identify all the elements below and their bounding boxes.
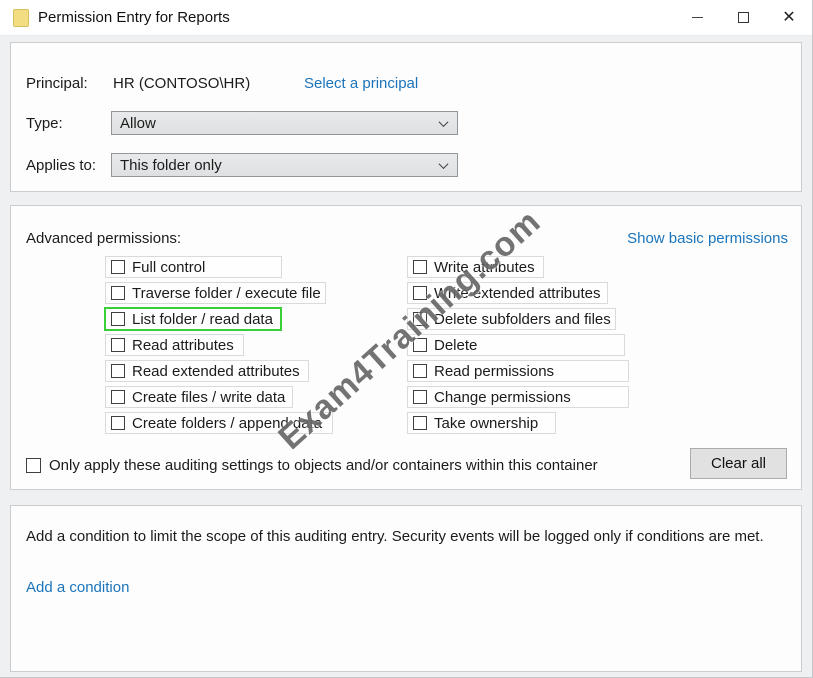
clear-all-button[interactable]: Clear all xyxy=(690,448,787,479)
window-controls: ✕ xyxy=(674,0,812,35)
checkbox-change-permissions[interactable] xyxy=(413,390,427,404)
checkbox-write-extended-attributes[interactable] xyxy=(413,286,427,300)
minimize-icon xyxy=(692,17,703,18)
minimize-button[interactable] xyxy=(674,0,720,35)
permission-item-read-attributes[interactable]: Read attributes xyxy=(105,334,244,356)
permission-label: Delete subfolders and files xyxy=(434,311,611,328)
condition-panel: Add a condition to limit the scope of th… xyxy=(10,505,802,672)
checkbox-traverse-folder[interactable] xyxy=(111,286,125,300)
permission-label: Read permissions xyxy=(434,363,554,380)
maximize-icon xyxy=(738,12,749,23)
permission-item-read-permissions[interactable]: Read permissions xyxy=(407,360,629,382)
only-apply-label: Only apply these auditing settings to ob… xyxy=(49,457,598,474)
select-principal-link[interactable]: Select a principal xyxy=(304,75,418,92)
permission-item-read-extended-attributes[interactable]: Read extended attributes xyxy=(105,360,309,382)
checkbox-list-folder[interactable] xyxy=(111,312,125,326)
permission-label: Read extended attributes xyxy=(132,363,300,380)
condition-description: Add a condition to limit the scope of th… xyxy=(26,528,781,545)
chevron-down-icon xyxy=(439,159,449,169)
permission-label: Take ownership xyxy=(434,415,538,432)
type-dropdown-value: Allow xyxy=(120,115,156,132)
advanced-permissions-panel: Advanced permissions: Show basic permiss… xyxy=(10,205,802,490)
permission-item-delete-subfolders[interactable]: Delete subfolders and files xyxy=(407,308,616,330)
permission-item-create-files[interactable]: Create files / write data xyxy=(105,386,293,408)
maximize-button[interactable] xyxy=(720,0,766,35)
title-bar: Permission Entry for Reports ✕ xyxy=(0,0,812,36)
principal-panel: Principal: HR (CONTOSO\HR) Select a prin… xyxy=(10,42,802,192)
permission-item-write-extended-attributes[interactable]: Write extended attributes xyxy=(407,282,608,304)
only-apply-checkbox-row[interactable]: Only apply these auditing settings to ob… xyxy=(26,457,598,474)
permission-item-delete[interactable]: Delete xyxy=(407,334,625,356)
permission-item-traverse-folder[interactable]: Traverse folder / execute file xyxy=(105,282,326,304)
checkbox-create-files[interactable] xyxy=(111,390,125,404)
permissions-column-left: Full control Traverse folder / execute f… xyxy=(105,256,333,438)
permission-label: Write extended attributes xyxy=(434,285,600,302)
window-title: Permission Entry for Reports xyxy=(38,9,230,26)
permission-entry-dialog: Permission Entry for Reports ✕ Principal… xyxy=(0,0,813,678)
checkbox-delete-subfolders[interactable] xyxy=(413,312,427,326)
permission-label: Traverse folder / execute file xyxy=(132,285,321,302)
principal-label: Principal: xyxy=(26,75,88,92)
permission-label: List folder / read data xyxy=(132,311,273,328)
permission-label: Full control xyxy=(132,259,205,276)
permissions-column-right: Write attributes Write extended attribut… xyxy=(407,256,629,438)
close-icon: ✕ xyxy=(782,10,795,26)
checkbox-take-ownership[interactable] xyxy=(413,416,427,430)
permission-item-list-folder-highlighted[interactable]: List folder / read data xyxy=(104,307,282,331)
checkbox-read-attributes[interactable] xyxy=(111,338,125,352)
applies-to-label: Applies to: xyxy=(26,157,96,174)
checkbox-read-extended-attributes[interactable] xyxy=(111,364,125,378)
permission-label: Create folders / append data xyxy=(132,415,322,432)
type-dropdown[interactable]: Allow xyxy=(111,111,458,135)
add-condition-link[interactable]: Add a condition xyxy=(26,579,129,596)
checkbox-only-apply[interactable] xyxy=(26,458,41,473)
checkbox-create-folders[interactable] xyxy=(111,416,125,430)
applies-to-dropdown[interactable]: This folder only xyxy=(111,153,458,177)
folder-icon xyxy=(13,9,29,27)
permission-label: Write attributes xyxy=(434,259,535,276)
permission-label: Delete xyxy=(434,337,477,354)
permission-label: Read attributes xyxy=(132,337,234,354)
permission-label: Change permissions xyxy=(434,389,571,406)
checkbox-delete[interactable] xyxy=(413,338,427,352)
show-basic-permissions-link[interactable]: Show basic permissions xyxy=(627,230,788,247)
permission-item-take-ownership[interactable]: Take ownership xyxy=(407,412,556,434)
checkbox-read-permissions[interactable] xyxy=(413,364,427,378)
applies-to-dropdown-value: This folder only xyxy=(120,157,222,174)
permission-item-create-folders[interactable]: Create folders / append data xyxy=(105,412,333,434)
permission-item-write-attributes[interactable]: Write attributes xyxy=(407,256,544,278)
principal-value: HR (CONTOSO\HR) xyxy=(113,75,250,92)
close-button[interactable]: ✕ xyxy=(766,0,812,35)
permission-item-full-control[interactable]: Full control xyxy=(105,256,282,278)
advanced-permissions-heading: Advanced permissions: xyxy=(26,230,181,247)
permission-label: Create files / write data xyxy=(132,389,285,406)
permission-item-change-permissions[interactable]: Change permissions xyxy=(407,386,629,408)
chevron-down-icon xyxy=(439,117,449,127)
checkbox-full-control[interactable] xyxy=(111,260,125,274)
checkbox-write-attributes[interactable] xyxy=(413,260,427,274)
type-label: Type: xyxy=(26,115,63,132)
